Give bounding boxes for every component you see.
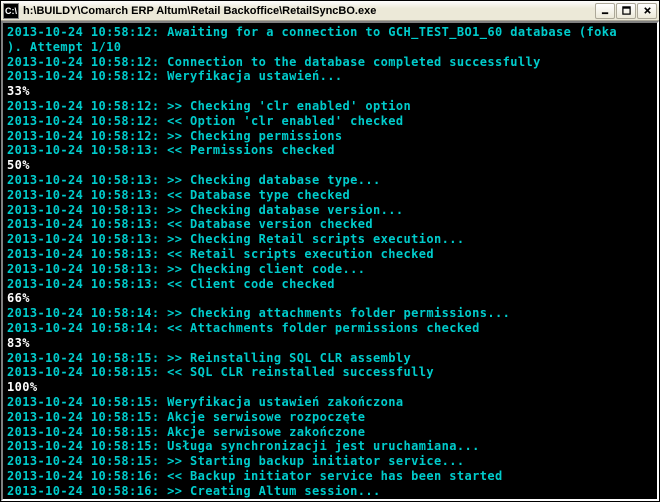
minimize-button[interactable] (595, 3, 615, 19)
console-line: 2013-10-24 10:58:13: >> Checking databas… (7, 203, 653, 218)
console-line: 2013-10-24 10:58:13: << Retail scripts e… (7, 247, 653, 262)
console-line: 2013-10-24 10:58:16: << Altum session cr… (7, 499, 653, 500)
maximize-icon (622, 6, 631, 15)
console-output: 2013-10-24 10:58:12: Awaiting for a conn… (7, 25, 653, 499)
console-line: 2013-10-24 10:58:13: >> Checking Retail … (7, 232, 653, 247)
console-line: 2013-10-24 10:58:14: >> Checking attachm… (7, 306, 653, 321)
console-line: 33% (7, 84, 653, 99)
console-line: 2013-10-24 10:58:14: << Attachments fold… (7, 321, 653, 336)
console-line: 66% (7, 291, 653, 306)
console-line: 2013-10-24 10:58:12: Connection to the d… (7, 55, 653, 70)
console-line: 2013-10-24 10:58:12: >> Checking permiss… (7, 129, 653, 144)
console-line: 2013-10-24 10:58:13: >> Checking client … (7, 262, 653, 277)
console-line: ). Attempt 1/10 (7, 40, 653, 55)
console-line: 2013-10-24 10:58:13: << Client code chec… (7, 277, 653, 292)
console-line: 100% (7, 380, 653, 395)
app-icon: C:\ (3, 3, 19, 19)
console-line: 2013-10-24 10:58:15: << SQL CLR reinstal… (7, 365, 653, 380)
close-icon (643, 6, 652, 15)
console-line: 2013-10-24 10:58:15: Usługa synchronizac… (7, 439, 653, 454)
window-title: h:\BUILDY\Comarch ERP Altum\Retail Backo… (23, 5, 594, 17)
minimize-icon (601, 6, 610, 15)
console-line: 2013-10-24 10:58:12: Awaiting for a conn… (7, 25, 653, 40)
console-window: C:\ h:\BUILDY\Comarch ERP Altum\Retail B… (0, 0, 660, 502)
close-button[interactable] (637, 3, 657, 19)
console-line: 2013-10-24 10:58:13: << Database type ch… (7, 188, 653, 203)
console-line: 2013-10-24 10:58:12: << Option 'clr enab… (7, 114, 653, 129)
console-client-area[interactable]: 2013-10-24 10:58:12: Awaiting for a conn… (1, 21, 659, 501)
console-line: 2013-10-24 10:58:16: << Backup initiator… (7, 469, 653, 484)
console-line: 2013-10-24 10:58:15: Akcje serwisowe zak… (7, 425, 653, 440)
maximize-button[interactable] (616, 3, 636, 19)
console-line: 2013-10-24 10:58:15: Akcje serwisowe roz… (7, 410, 653, 425)
titlebar[interactable]: C:\ h:\BUILDY\Comarch ERP Altum\Retail B… (1, 1, 659, 21)
console-line: 2013-10-24 10:58:15: >> Reinstalling SQL… (7, 351, 653, 366)
console-line: 2013-10-24 10:58:12: Weryfikacja ustawie… (7, 69, 653, 84)
console-line: 2013-10-24 10:58:12: >> Checking 'clr en… (7, 99, 653, 114)
console-line: 50% (7, 158, 653, 173)
console-line: 2013-10-24 10:58:16: >> Creating Altum s… (7, 484, 653, 499)
console-line: 83% (7, 336, 653, 351)
console-line: 2013-10-24 10:58:13: << Database version… (7, 217, 653, 232)
console-line: 2013-10-24 10:58:15: >> Starting backup … (7, 454, 653, 469)
console-line: 2013-10-24 10:58:13: >> Checking databas… (7, 173, 653, 188)
console-line: 2013-10-24 10:58:13: << Permissions chec… (7, 143, 653, 158)
console-line: 2013-10-24 10:58:15: Weryfikacja ustawie… (7, 395, 653, 410)
